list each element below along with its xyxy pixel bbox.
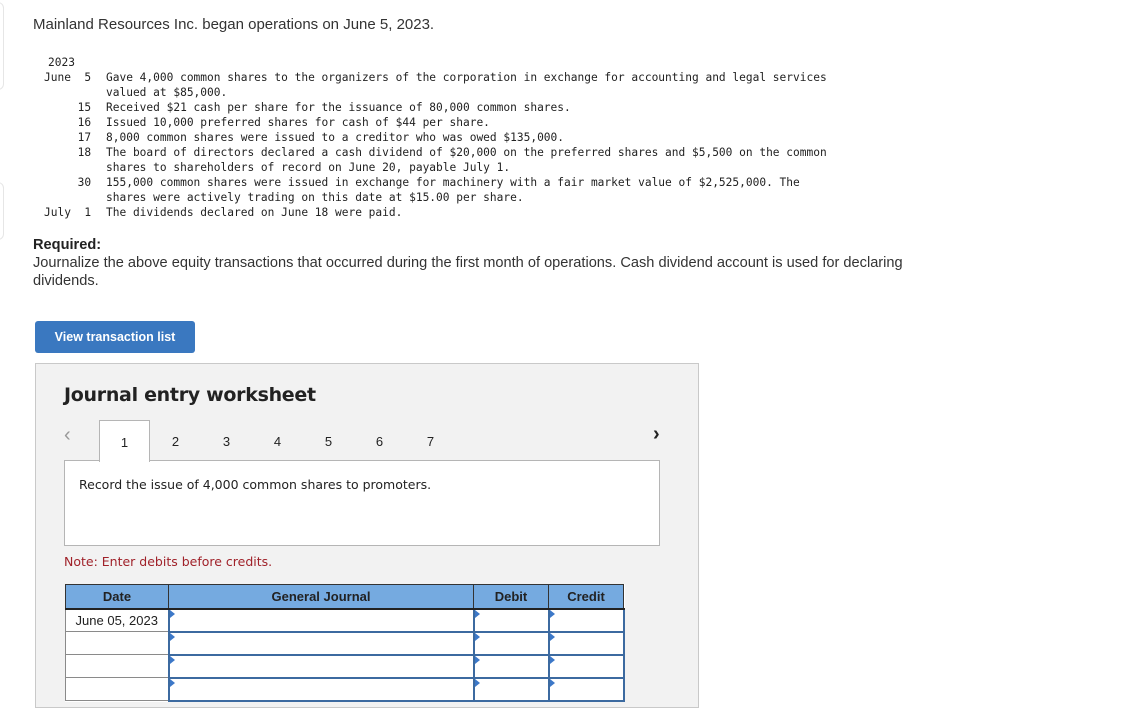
transaction-facts: 2023 June 5 Gave 4,000 common shares to t… (44, 55, 827, 220)
left-edge-panel (0, 182, 4, 240)
journal-row (65, 630, 625, 656)
instruction-box: Record the issue of 4,000 common shares … (64, 460, 660, 546)
fact-date (44, 160, 106, 175)
required-section: Required: Journalize the above equity tr… (33, 236, 933, 290)
worksheet-tab-2[interactable]: 2 (150, 420, 201, 462)
fact-text: 8,000 common shares were issued to a cre… (106, 131, 565, 144)
fact-text: shares to shareholders of record on June… (106, 161, 511, 174)
account-input[interactable] (167, 653, 475, 679)
fact-row: June 5 Gave 4,000 common shares to the or… (44, 70, 827, 85)
fact-date: 16 (44, 116, 92, 129)
fact-date: 17 (44, 131, 92, 144)
dropdown-marker-icon (169, 655, 175, 664)
input-marker-icon (474, 655, 480, 664)
fact-row: shares were actively trading on this dat… (44, 190, 827, 205)
fact-row: 15 Received $21 cash per share for the is… (44, 100, 827, 115)
fact-year-row: 2023 (44, 55, 827, 70)
fact-date: 30 (44, 176, 92, 189)
dropdown-marker-icon (169, 632, 175, 641)
input-marker-icon (549, 655, 555, 664)
fact-date: July 1 (44, 206, 92, 219)
fact-row: 16 Issued 10,000 preferred shares for cas… (44, 115, 827, 130)
header-credit: Credit (548, 584, 624, 610)
fact-row: valued at $85,000. (44, 85, 827, 100)
dropdown-marker-icon (169, 609, 175, 618)
fact-row: 30 155,000 common shares were issued in e… (44, 175, 827, 190)
fact-row: July 1 The dividends declared on June 18 … (44, 205, 827, 220)
debit-input[interactable] (472, 630, 550, 656)
credit-input[interactable] (547, 630, 625, 656)
fact-text: The dividends declared on June 18 were p… (106, 206, 403, 219)
header-date: Date (65, 584, 169, 610)
required-label: Required: (33, 237, 102, 253)
input-marker-icon (549, 678, 555, 687)
date-cell: June 05, 2023 (65, 608, 169, 632)
debit-input[interactable] (472, 653, 550, 679)
header-general-journal: General Journal (168, 584, 474, 610)
credit-input[interactable] (547, 676, 625, 702)
fact-date (44, 85, 106, 100)
header-debit: Debit (473, 584, 549, 610)
fact-row: 17 8,000 common shares were issued to a c… (44, 130, 827, 145)
journal-row (65, 676, 625, 702)
fact-date: 15 (44, 101, 92, 114)
account-input[interactable] (167, 630, 475, 656)
worksheet-tab-3[interactable]: 3 (201, 420, 252, 462)
worksheet-tab-7[interactable]: 7 (405, 420, 456, 462)
worksheet-tab-6[interactable]: 6 (354, 420, 405, 462)
fact-text: Gave 4,000 common shares to the organize… (106, 71, 827, 84)
debits-note: Note: Enter debits before credits. (64, 554, 273, 569)
worksheet-title: Journal entry worksheet (64, 384, 316, 406)
fact-date (44, 190, 106, 205)
debit-input[interactable] (472, 607, 550, 633)
fact-text: Issued 10,000 preferred shares for cash … (106, 116, 490, 129)
input-marker-icon (474, 632, 480, 641)
input-marker-icon (474, 609, 480, 618)
intro-text: Mainland Resources Inc. began operations… (33, 16, 435, 33)
account-input[interactable] (167, 676, 475, 702)
fact-date: June 5 (44, 71, 92, 84)
journal-row (65, 653, 625, 679)
fact-text: shares were actively trading on this dat… (106, 191, 524, 204)
date-cell (65, 654, 169, 678)
journal-header-row: Date General Journal Debit Credit (65, 584, 624, 610)
worksheet-tab-5[interactable]: 5 (303, 420, 354, 462)
required-text: Journalize the above equity transactions… (33, 255, 903, 289)
debit-input[interactable] (472, 676, 550, 702)
input-marker-icon (474, 678, 480, 687)
dropdown-marker-icon (169, 678, 175, 687)
chevron-left-icon[interactable]: ‹ (64, 424, 71, 447)
credit-input[interactable] (547, 653, 625, 679)
fact-row: shares to shareholders of record on June… (44, 160, 827, 175)
view-transaction-list-button[interactable]: View transaction list (35, 321, 195, 353)
journal-row: June 05, 2023 (65, 607, 625, 633)
left-edge-panel (0, 2, 4, 90)
journal-entry-worksheet: Journal entry worksheet ‹ 1 2 3 4 5 6 7 … (35, 363, 699, 708)
credit-input[interactable] (547, 607, 625, 633)
fact-row: 18 The board of directors declared a cash… (44, 145, 827, 160)
instruction-text: Record the issue of 4,000 common shares … (79, 477, 432, 492)
worksheet-tab-4[interactable]: 4 (252, 420, 303, 462)
fact-text: 155,000 common shares were issued in exc… (106, 176, 800, 189)
fact-text: Received $21 cash per share for the issu… (106, 101, 571, 114)
fact-text: valued at $85,000. (106, 86, 228, 99)
input-marker-icon (549, 609, 555, 618)
date-cell (65, 631, 169, 655)
fact-text: The board of directors declared a cash d… (106, 146, 827, 159)
chevron-right-icon[interactable]: › (653, 423, 660, 446)
account-input[interactable] (167, 607, 475, 633)
date-cell (65, 677, 169, 701)
fact-year: 2023 (48, 56, 75, 69)
worksheet-tabs: 1 2 3 4 5 6 7 (99, 420, 456, 462)
input-marker-icon (549, 632, 555, 641)
worksheet-tab-1[interactable]: 1 (99, 420, 150, 462)
fact-date: 18 (44, 146, 92, 159)
journal-table: Date General Journal Debit Credit June 0… (65, 584, 625, 702)
